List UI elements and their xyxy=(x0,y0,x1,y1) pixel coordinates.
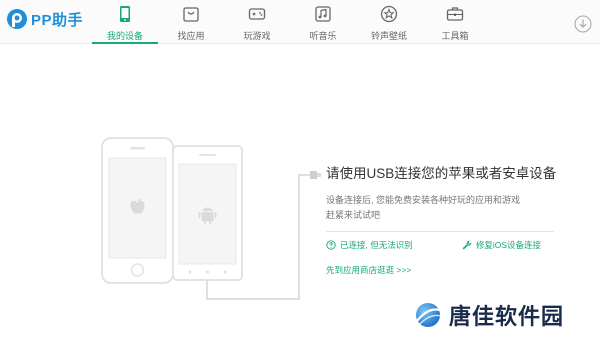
wrench-icon xyxy=(462,240,472,250)
star-icon xyxy=(380,5,398,23)
nav-item-music[interactable]: 听音乐 xyxy=(290,0,356,44)
phone-icon xyxy=(120,6,130,22)
nav-label-toolbox: 工具箱 xyxy=(441,31,469,41)
connect-title: 请使用USB连接您的苹果或者安卓设备 xyxy=(326,166,557,181)
app-store-link[interactable]: 先到应用商店逛逛 >>> xyxy=(326,264,562,276)
pp-logo-icon xyxy=(7,9,27,29)
nav-item-toolbox[interactable]: 工具箱 xyxy=(422,0,488,44)
app-bag-icon xyxy=(183,7,199,22)
connect-description-line-1: 设备连接后, 您能免费安装各种好玩的应用和游戏 xyxy=(326,195,521,205)
watermark-logo-icon xyxy=(416,303,442,327)
nav-label-my-device: 我的设备 xyxy=(106,31,143,41)
app-logo-text: PP助手 xyxy=(31,11,84,29)
watermark: 唐佳软件园 xyxy=(413,299,564,331)
main-nav: 我的设备 找应用 玩游戏 听音乐 铃声壁纸 工具箱 xyxy=(92,0,488,44)
nav-label-find-apps: 找应用 xyxy=(177,31,205,41)
repair-ios-connection-link[interactable]: 修复iOS设备连接 xyxy=(462,239,541,251)
nav-label-ringtones-wallpapers: 铃声壁纸 xyxy=(370,31,407,41)
music-icon xyxy=(315,6,331,22)
connected-unrecognized-link[interactable]: 已连接, 但无法识别 xyxy=(326,239,413,251)
nav-label-games: 玩游戏 xyxy=(243,31,271,41)
repair-ios-label: 修复iOS设备连接 xyxy=(475,240,541,250)
help-circle-icon xyxy=(326,240,336,250)
nav-label-music: 听音乐 xyxy=(309,31,337,41)
gamepad-icon xyxy=(248,8,266,20)
nav-item-ringtones-wallpapers[interactable]: 铃声壁纸 xyxy=(356,0,422,44)
connect-description: 设备连接后, 您能免费安装各种好玩的应用和游戏 赶紧来试试吧 xyxy=(326,193,562,223)
app-logo[interactable]: PP助手 xyxy=(6,8,83,30)
nav-item-games[interactable]: 玩游戏 xyxy=(224,0,290,44)
pp-assistant-window: PP助手 我的设备 找应用 玩游戏 听音乐 铃声壁纸 工具箱 请使用USB连接您… xyxy=(0,0,600,339)
connect-device-panel: 请使用USB连接您的苹果或者安卓设备 设备连接后, 您能免费安装各种好玩的应用和… xyxy=(326,162,562,276)
connection-status-row: 已连接, 但无法识别 修复iOS设备连接 xyxy=(326,239,541,251)
connected-unrecognized-label: 已连接, 但无法识别 xyxy=(340,240,413,250)
nav-item-find-apps[interactable]: 找应用 xyxy=(158,0,224,44)
download-icon[interactable] xyxy=(574,15,592,33)
top-bar: PP助手 我的设备 找应用 玩游戏 听音乐 铃声壁纸 工具箱 xyxy=(0,0,600,44)
nav-item-my-device[interactable]: 我的设备 xyxy=(92,0,158,44)
toolbox-icon xyxy=(446,7,464,21)
panel-divider xyxy=(326,231,554,232)
connect-description-line-2: 赶紧来试试吧 xyxy=(326,210,381,220)
watermark-text: 唐佳软件园 xyxy=(449,304,565,329)
